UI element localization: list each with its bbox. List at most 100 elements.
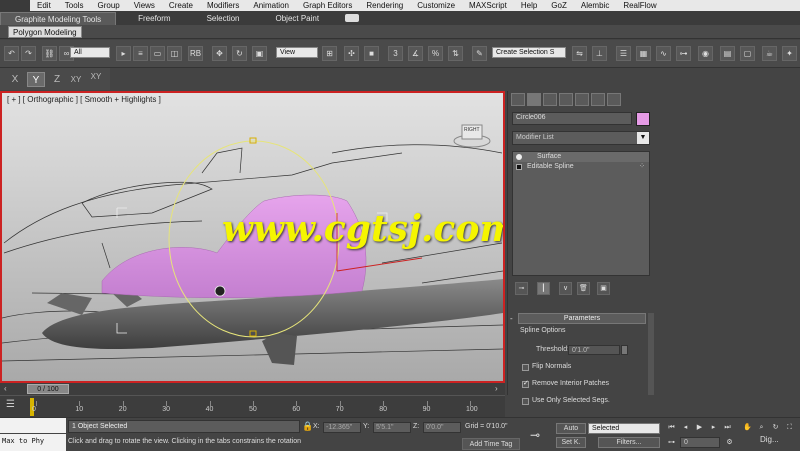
key-filters-button[interactable]: Filters... — [598, 437, 660, 448]
render-setup-icon[interactable]: ▤ — [720, 46, 735, 61]
utilities-tab-icon[interactable] — [591, 93, 605, 106]
menu-group[interactable]: Group — [90, 0, 126, 11]
menu-modifiers[interactable]: Modifiers — [200, 0, 246, 11]
motion-tab-icon[interactable] — [559, 93, 573, 106]
select-by-name-icon[interactable]: ≡ — [133, 46, 148, 61]
menu-views[interactable]: Views — [127, 0, 162, 11]
go-to-start-icon[interactable]: ⏮ — [666, 423, 677, 433]
menu-realflow[interactable]: RealFlow — [616, 0, 663, 11]
undo-icon[interactable]: ↶ — [4, 46, 19, 61]
rb-icon[interactable]: RB — [188, 46, 203, 61]
remove-interior-patches-checkbox[interactable] — [522, 379, 529, 388]
rotate-icon[interactable]: ↻ — [232, 46, 247, 61]
move-icon[interactable]: ✥ — [212, 46, 227, 61]
axis-x-button[interactable]: X — [6, 72, 24, 87]
key-mode-icon[interactable]: ⊶ — [666, 438, 677, 448]
select-object-icon[interactable]: ▸ — [116, 46, 131, 61]
menu-alembic[interactable]: Alembic — [574, 0, 616, 11]
expand-icon[interactable]: ⁘ — [639, 162, 645, 172]
time-config-icon[interactable]: ⚙ — [724, 438, 735, 448]
orbit-icon[interactable]: ↻ — [770, 423, 781, 433]
percent-snap-icon[interactable]: % — [428, 46, 443, 61]
make-unique-icon[interactable]: ∨ — [559, 282, 572, 295]
window-crossing-icon[interactable]: ◫ — [167, 46, 182, 61]
graphite-toggle-icon[interactable]: ▦ — [636, 46, 651, 61]
set-key-icon[interactable]: ⊸ — [530, 428, 552, 442]
menu-graph-editors[interactable]: Graph Editors — [296, 0, 359, 11]
angle-snap-icon[interactable]: ∡ — [408, 46, 423, 61]
rollout-collapse-icon[interactable]: - — [510, 314, 513, 323]
edit-named-selection-icon[interactable]: ✎ — [472, 46, 487, 61]
track-bar[interactable]: ☰ 0 10 20 30 40 50 60 70 80 90 100 — [0, 395, 505, 417]
menu-tools[interactable]: Tools — [58, 0, 91, 11]
keyboard-shortcut-icon[interactable]: ■ — [364, 46, 379, 61]
orthographic-viewport[interactable]: [ + ] [ Orthographic ] [ Smooth + Highli… — [0, 91, 505, 383]
rendered-frame-icon[interactable]: ▢ — [740, 46, 755, 61]
zoom-icon[interactable]: ⌕ — [756, 423, 767, 433]
object-color-swatch[interactable] — [636, 112, 650, 126]
menu-maxscript[interactable]: MAXScript — [462, 0, 514, 11]
use-only-selected-segs-checkbox[interactable] — [522, 398, 529, 405]
align-icon[interactable]: ⊥ — [592, 46, 607, 61]
next-frame-button-icon[interactable]: ▸ — [708, 423, 719, 433]
reference-coordinate-dropdown[interactable]: View — [276, 47, 318, 58]
object-name-field[interactable]: Circle006 — [512, 112, 632, 125]
rect-selection-icon[interactable]: ▭ — [150, 46, 165, 61]
threshold-spinner[interactable] — [621, 345, 628, 355]
prev-frame-icon[interactable]: ‹ — [4, 384, 7, 393]
render-production-icon[interactable]: ☕ — [762, 46, 777, 61]
viewport-label[interactable]: [ + ] [ Orthographic ] [ Smooth + Highli… — [7, 95, 161, 104]
menu-help[interactable]: Help — [514, 0, 544, 11]
tab-freeform[interactable]: Freeform — [124, 12, 184, 25]
create-tab-icon[interactable] — [511, 93, 525, 106]
ribbon-dropdown-button[interactable] — [345, 14, 360, 22]
schematic-view-icon[interactable]: ⊶ — [676, 46, 691, 61]
spinner-snap-icon[interactable]: ⇅ — [448, 46, 463, 61]
polygon-modeling-button[interactable]: Polygon Modeling — [8, 26, 82, 38]
pivot-center-icon[interactable]: ⊞ — [322, 46, 337, 61]
maxscript-listener-top[interactable] — [0, 418, 66, 433]
menu-customize[interactable]: Customize — [410, 0, 462, 11]
time-slider[interactable]: 0 / 100 ‹ › — [0, 383, 505, 395]
y-coordinate-field[interactable]: 5'5.1" — [373, 422, 411, 433]
maximize-viewport-icon[interactable]: ⛶ — [784, 423, 795, 433]
chevron-down-icon[interactable]: ▼ — [637, 132, 649, 144]
tab-graphite-modeling-tools[interactable]: Graphite Modeling Tools — [0, 12, 117, 25]
key-selection-dropdown[interactable]: Selected — [588, 423, 660, 434]
selection-filter-dropdown[interactable]: All — [70, 47, 110, 58]
layer-manager-icon[interactable]: ☰ — [616, 46, 631, 61]
axis-xy-button[interactable]: XY — [67, 72, 85, 87]
stack-item-surface[interactable]: Surface — [513, 152, 649, 162]
pan-icon[interactable]: ✋ — [742, 423, 753, 433]
x-coordinate-field[interactable]: -12.365" — [323, 422, 361, 433]
auto-key-button[interactable]: Auto — [556, 423, 586, 434]
add-time-tag-button[interactable]: Add Time Tag — [462, 438, 520, 450]
link-icon[interactable]: ⛓ — [42, 46, 57, 61]
modifier-list-dropdown[interactable]: Modifier List ▼ — [512, 131, 650, 145]
maxscript-mini-listener[interactable]: Max to Phy — [0, 434, 66, 451]
app-logo[interactable] — [0, 0, 30, 11]
wrench-tab-icon[interactable] — [607, 93, 621, 106]
named-selection-dropdown[interactable]: Create Selection S — [492, 47, 566, 58]
scale-icon[interactable]: ▣ — [252, 46, 267, 61]
set-key-button[interactable]: Set K. — [556, 437, 586, 448]
current-frame-field[interactable]: 0 — [680, 437, 720, 448]
menu-rendering[interactable]: Rendering — [359, 0, 410, 11]
previous-frame-icon[interactable]: ◂ — [680, 423, 691, 433]
bulb-icon[interactable] — [516, 154, 522, 160]
z-coordinate-field[interactable]: 0'0.0" — [423, 422, 461, 433]
menu-create[interactable]: Create — [162, 0, 200, 11]
redo-icon[interactable]: ↷ — [21, 46, 36, 61]
play-icon[interactable]: ▶ — [694, 423, 705, 433]
time-slider-thumb[interactable]: 0 / 100 — [27, 384, 69, 394]
curve-editor-icon[interactable]: ∿ — [656, 46, 671, 61]
pin-stack-icon[interactable]: ⊸ — [515, 282, 528, 295]
menu-edit[interactable]: Edit — [30, 0, 58, 11]
hierarchy-tab-icon[interactable] — [543, 93, 557, 106]
menu-animation[interactable]: Animation — [246, 0, 296, 11]
lock-selection-icon[interactable]: 🔒 — [302, 421, 313, 432]
tab-selection[interactable]: Selection — [193, 12, 254, 25]
configure-sets-icon[interactable]: ▣ — [597, 282, 610, 295]
material-editor-icon[interactable]: ◉ — [698, 46, 713, 61]
parameters-rollout-header[interactable]: Parameters — [518, 313, 646, 324]
